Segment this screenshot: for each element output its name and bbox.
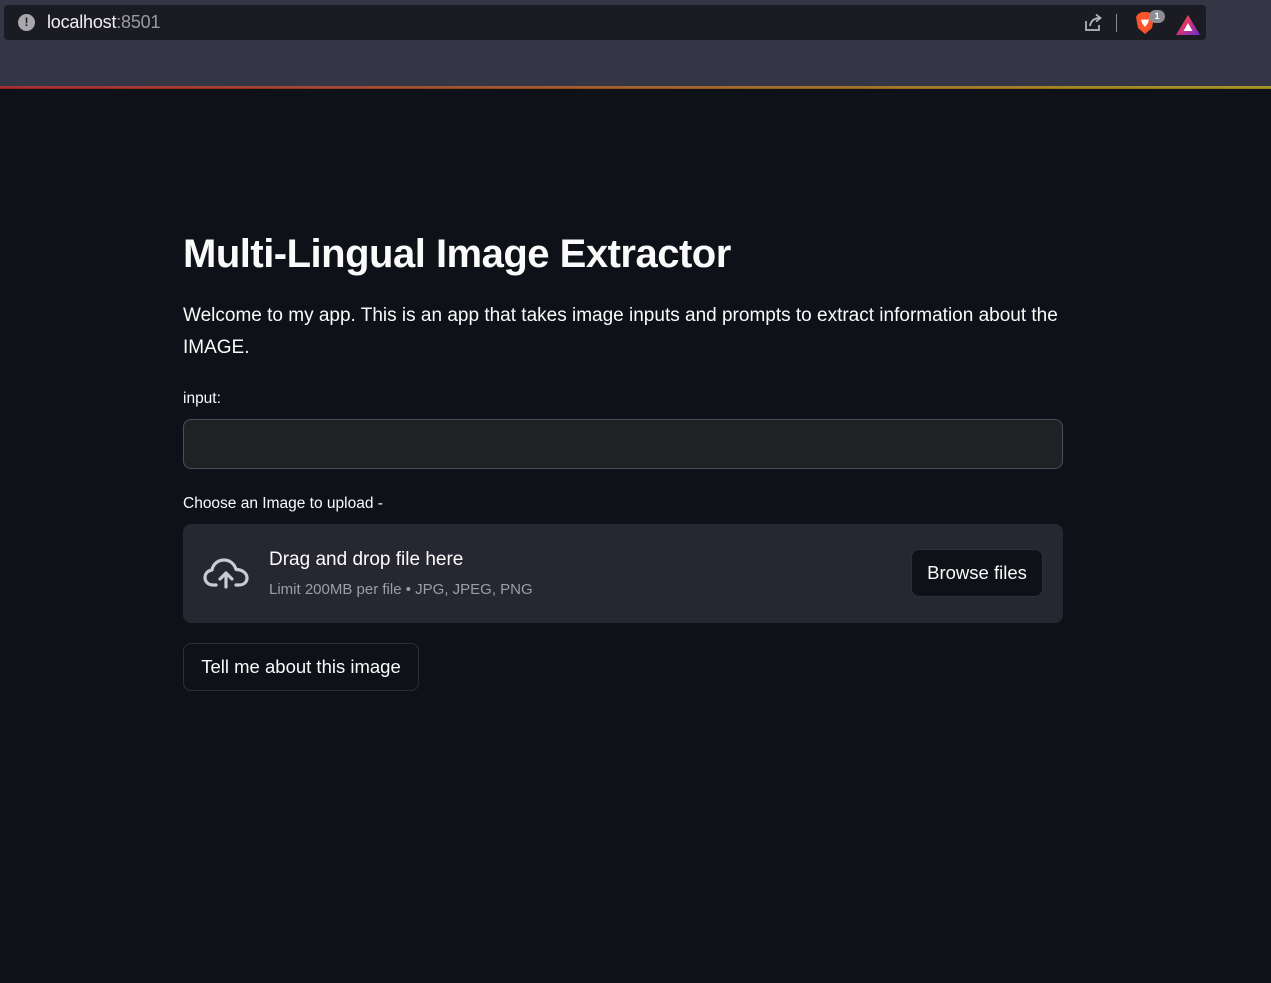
input-label: input: — [183, 390, 221, 407]
cloud-upload-icon — [203, 558, 249, 589]
submit-button[interactable]: Tell me about this image — [183, 643, 419, 691]
shields-badge: 1 — [1149, 10, 1165, 23]
upload-label: Choose an Image to upload - — [183, 495, 383, 512]
address-bar[interactable]: ! localhost:8501 1 — [4, 5, 1206, 40]
dropzone-limit-text: Limit 200MB per file • JPG, JPEG, PNG — [269, 581, 533, 598]
info-icon[interactable]: ! — [18, 14, 35, 31]
share-icon[interactable] — [1082, 12, 1104, 34]
browser-chrome: ! localhost:8501 1 — [0, 0, 1271, 88]
dropzone-instructions: Drag and drop file here — [269, 549, 464, 570]
url-host: localhost — [47, 12, 117, 32]
url-text[interactable]: localhost:8501 — [47, 12, 160, 33]
file-dropzone[interactable]: Drag and drop file here Limit 200MB per … — [183, 524, 1063, 623]
page-title: Multi-Lingual Image Extractor — [183, 232, 731, 276]
brave-rewards-icon[interactable] — [1175, 14, 1201, 36]
decoration-bar — [0, 86, 1271, 89]
url-port: :8501 — [116, 12, 161, 32]
app-description: Welcome to my app. This is an app that t… — [183, 305, 1058, 358]
toolbar-separator — [1116, 14, 1117, 32]
browse-files-button[interactable]: Browse files — [911, 549, 1043, 597]
prompt-input[interactable] — [183, 419, 1063, 469]
